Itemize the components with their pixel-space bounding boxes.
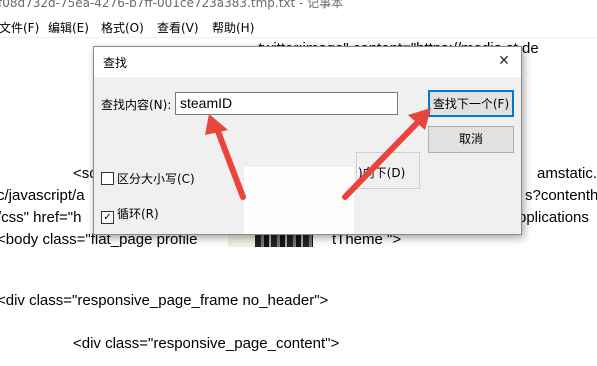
arrow-to-find-next-icon (342, 108, 431, 200)
annotation-arrows (205, 108, 431, 200)
arrow-to-input-icon (205, 114, 246, 200)
